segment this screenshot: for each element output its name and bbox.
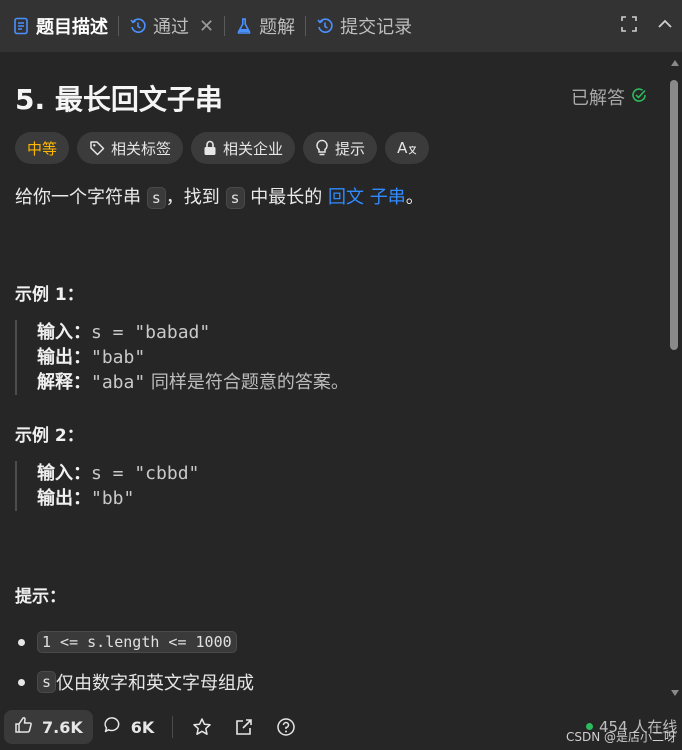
- related-tags-button[interactable]: 相关标签: [77, 132, 184, 164]
- example-output-line: 输出："bb": [37, 486, 199, 511]
- example-1-heading: 示例 1：: [15, 285, 84, 305]
- output-value: "bab": [91, 347, 146, 368]
- like-button[interactable]: 7.6K: [4, 710, 93, 744]
- flask-icon: [235, 17, 253, 35]
- tab-description[interactable]: 题目描述: [12, 0, 108, 52]
- tab-submissions[interactable]: 提交记录: [316, 0, 412, 52]
- check-circle-icon: [631, 87, 647, 108]
- share-icon[interactable]: [233, 716, 255, 738]
- statement-text: 给你一个字符串: [15, 187, 147, 208]
- watermark: CSDN @是店小二呀: [566, 730, 677, 744]
- palindrome-link[interactable]: 回文: [328, 187, 364, 208]
- constraints-heading: 提示：: [15, 587, 66, 607]
- scrollbar-thumb[interactable]: [670, 80, 678, 350]
- example-input-line: 输入：s = "cbbd": [37, 461, 199, 486]
- tab-divider: [224, 16, 226, 36]
- problem-statement: 给你一个字符串 s ，找到 s 中最长的 回文 子串。: [15, 184, 424, 212]
- tab-label: 提交记录: [340, 17, 413, 38]
- explain-code: "aba": [91, 372, 146, 393]
- constraint-text: 仅由数字和英文字母组成: [56, 673, 255, 694]
- close-icon[interactable]: ✕: [199, 16, 214, 37]
- comment-icon: [103, 715, 123, 739]
- example-output-line: 输出："bab": [37, 345, 349, 370]
- tab-divider: [118, 16, 119, 36]
- related-tags-label: 相关标签: [111, 139, 172, 158]
- inline-code: s: [225, 187, 245, 209]
- constraints-list: 1 <= s.length <= 1000 s 仅由数字和英文字母组成: [15, 622, 254, 702]
- statement-text: 。: [405, 187, 424, 208]
- history-icon: [129, 17, 147, 35]
- difficulty-badge[interactable]: 中等: [15, 132, 70, 164]
- lightbulb-icon: [315, 139, 329, 157]
- tab-accepted[interactable]: 通过 ✕: [129, 0, 214, 52]
- tag-row: 中等 相关标签 相关企业 提示 A: [15, 132, 430, 164]
- inline-code: s: [146, 187, 166, 209]
- bullet: [18, 678, 25, 686]
- difficulty-label: 中等: [27, 139, 58, 158]
- list-item: 1 <= s.length <= 1000: [15, 622, 254, 662]
- hint-label: 提示: [335, 139, 366, 158]
- explain-label: 解释：: [37, 372, 91, 393]
- history-icon: [316, 17, 334, 35]
- input-value: s = "cbbd": [91, 463, 200, 484]
- output-label: 输出：: [37, 488, 91, 509]
- tag-icon: [89, 140, 105, 156]
- comment-count: 6K: [130, 717, 155, 737]
- scroll-up-arrow[interactable]: [671, 60, 679, 66]
- hint-button[interactable]: 提示: [303, 132, 378, 164]
- tab-label: 通过: [153, 17, 189, 38]
- related-companies-label: 相关企业: [223, 139, 284, 158]
- help-icon[interactable]: [275, 716, 297, 738]
- tab-solutions[interactable]: 题解: [235, 0, 295, 52]
- solved-label: 已解答: [571, 88, 625, 109]
- output-value: "bb": [91, 488, 135, 509]
- substring-link[interactable]: 子串: [370, 187, 406, 208]
- explain-text: 同样是符合题意的答案。: [145, 372, 349, 393]
- star-icon[interactable]: [191, 716, 213, 738]
- input-label: 输入：: [37, 463, 91, 484]
- toolbar-divider: [172, 716, 174, 738]
- statement-text: 中最长的: [244, 187, 328, 208]
- collapse-icon[interactable]: [656, 15, 674, 38]
- tab-label: 题解: [259, 17, 296, 38]
- example-input-line: 输入：s = "babad": [37, 320, 349, 345]
- example-2-block: 输入：s = "cbbd" 输出："bb": [15, 461, 199, 511]
- tab-divider: [305, 16, 307, 36]
- output-label: 输出：: [37, 347, 91, 368]
- statement-text: ，找到: [165, 187, 226, 208]
- inline-code: 1 <= s.length <= 1000: [37, 631, 237, 653]
- lock-icon: [203, 140, 217, 156]
- related-companies-button[interactable]: 相关企业: [191, 132, 296, 164]
- translate-icon: A: [397, 139, 417, 157]
- bullet: [18, 638, 25, 646]
- input-label: 输入：: [37, 322, 91, 343]
- fullscreen-icon[interactable]: [620, 15, 638, 38]
- example-explain-line: 解释："aba" 同样是符合题意的答案。: [37, 370, 349, 395]
- tab-bar: 题目描述 通过 ✕ 题解 提交记录: [0, 0, 682, 52]
- input-value: s = "babad": [91, 322, 211, 343]
- scroll-down-arrow[interactable]: [671, 690, 679, 696]
- tab-label: 题目描述: [36, 17, 108, 38]
- solved-status: 已解答: [571, 84, 647, 110]
- example-2-heading: 示例 2：: [15, 426, 84, 446]
- comments-button[interactable]: 6K: [93, 710, 165, 744]
- problem-description: 5. 最长回文子串 已解答 中等 相关标签 相关企业 提示 A 给你一个字符串 …: [15, 52, 655, 704]
- list-item: s 仅由数字和英文字母组成: [15, 662, 254, 702]
- example-1-block: 输入：s = "babad" 输出："bab" 解释："aba" 同样是符合题意…: [15, 320, 349, 395]
- inline-code: s: [37, 671, 57, 693]
- panel-tools: [620, 0, 674, 52]
- problem-title[interactable]: 5. 最长回文子串: [15, 78, 223, 118]
- thumbs-up-icon: [14, 715, 34, 739]
- document-icon: [12, 17, 30, 35]
- like-count: 7.6K: [42, 717, 83, 737]
- translate-button[interactable]: A: [385, 132, 430, 164]
